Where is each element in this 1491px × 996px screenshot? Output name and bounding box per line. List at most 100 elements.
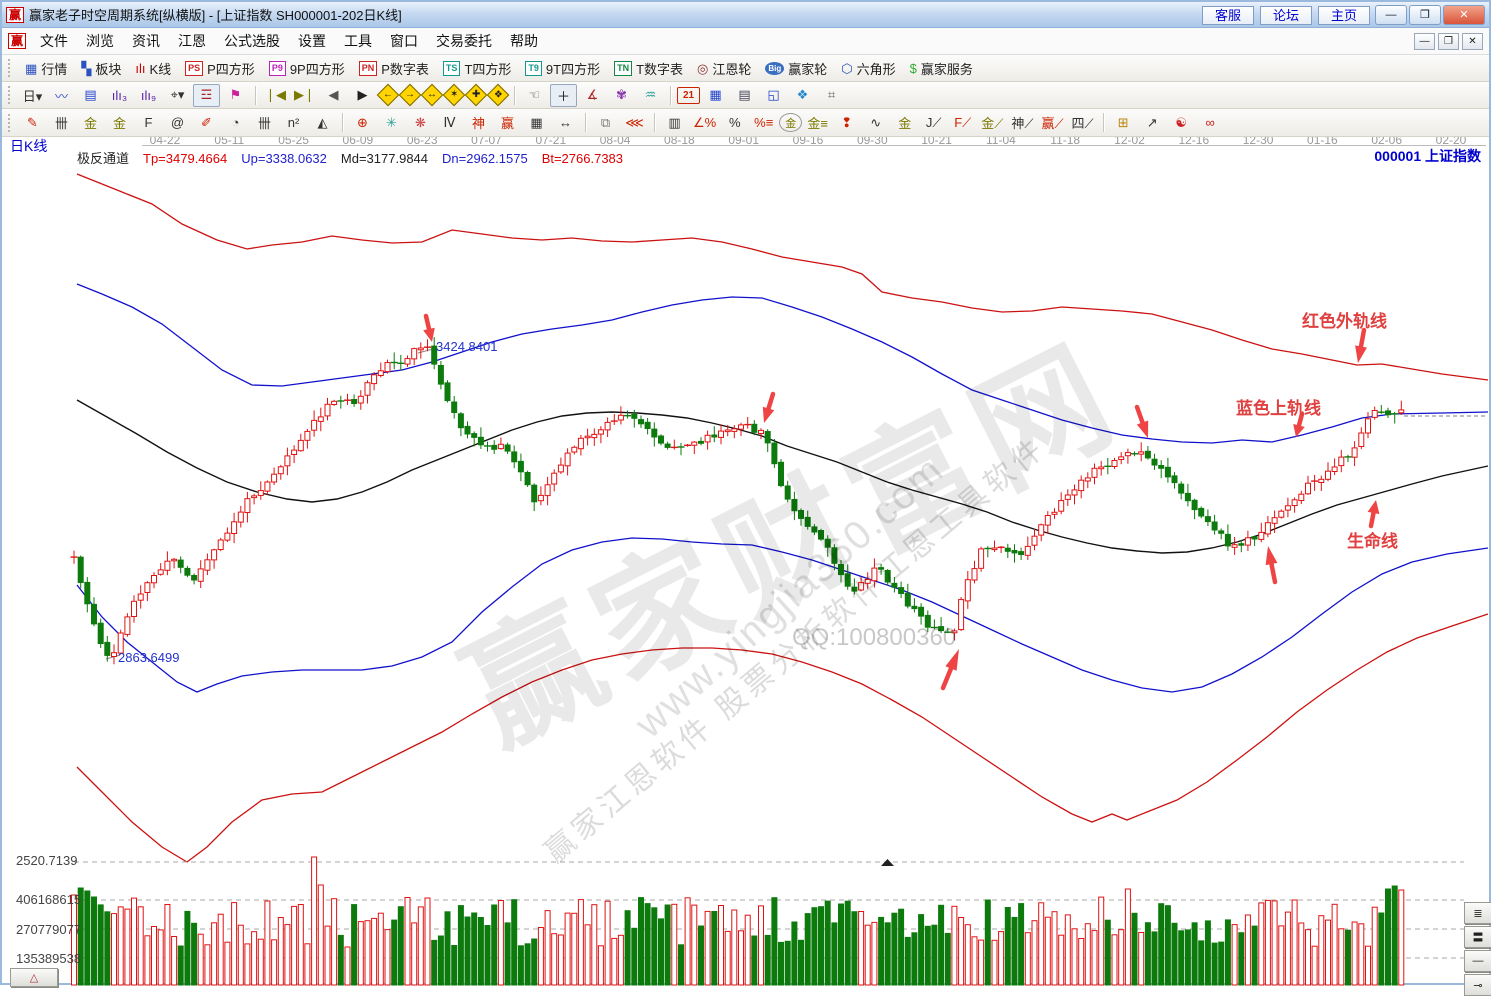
menu-文件[interactable]: 文件	[31, 29, 77, 53]
p-square-button[interactable]: PSP四方形	[178, 59, 262, 78]
step-prev-icon-button[interactable]: ◀	[320, 84, 347, 107]
gold-underline-icon-button[interactable]: 金	[891, 111, 918, 134]
go-last-icon-button[interactable]: ▶❘	[291, 84, 318, 107]
quotes-button[interactable]: ▦行情	[18, 59, 74, 78]
save-icon-button[interactable]: ◱	[760, 84, 787, 107]
volume-zoom-button-3[interactable]: ⊸	[1464, 974, 1491, 996]
mirror-fold-icon-button[interactable]: ◭	[309, 111, 336, 134]
pattern-red-icon-button[interactable]: ☲	[193, 84, 220, 107]
percent-lines-icon-button[interactable]: %≡	[750, 111, 777, 134]
n-squared-icon-button[interactable]: n²	[280, 111, 307, 134]
trend-chart-icon-button[interactable]: ↗	[1139, 111, 1166, 134]
menu-设置[interactable]: 设置	[289, 29, 335, 53]
info-list-icon-button[interactable]: ▤	[77, 84, 104, 107]
gold-circle-icon-button[interactable]: 金	[779, 113, 802, 132]
kline-button[interactable]: ılıK线	[128, 59, 178, 78]
volume-zoom-button-1[interactable]: 〓	[1464, 926, 1491, 948]
diamond-cross-icon-button[interactable]: ✚	[465, 84, 488, 107]
f-angle-icon-button[interactable]: F⟋	[949, 111, 976, 134]
snapshot-icon-button[interactable]: ⌗	[818, 84, 845, 107]
gold-lines-icon-button[interactable]: 金≡	[804, 111, 831, 134]
step-next-icon-button[interactable]: ▶	[349, 84, 376, 107]
t-number-table-button[interactable]: TNT数字表	[607, 59, 690, 78]
gold-gate-2-icon-button[interactable]: 金	[106, 111, 133, 134]
measure-bars-icon-button[interactable]: ▥	[661, 111, 688, 134]
web-share-icon-button[interactable]: ❖	[789, 84, 816, 107]
roman-iv-icon-button[interactable]: Ⅳ	[436, 111, 463, 134]
sectors-button[interactable]: ▚板块	[74, 59, 128, 78]
web-grid-icon-button[interactable]: ❋	[407, 111, 434, 134]
spiral-icon-button[interactable]: @	[164, 111, 191, 134]
four-angle-icon-button[interactable]: 四⟋	[1069, 111, 1097, 134]
marker-pin-icon-button[interactable]: ⌖▾	[164, 84, 191, 107]
menu-浏览[interactable]: 浏览	[77, 29, 123, 53]
maximize-button[interactable]: ❐	[1409, 5, 1441, 25]
target-red-icon-button[interactable]: ⊕	[349, 111, 376, 134]
notes-icon-button[interactable]: ▤	[731, 84, 758, 107]
percent-icon-button[interactable]: %	[721, 111, 748, 134]
forum-button[interactable]: 论坛	[1260, 6, 1312, 25]
service-button[interactable]: 客服	[1202, 6, 1254, 25]
infinity-icon-button[interactable]: ∞	[1197, 111, 1224, 134]
toolbar-grip[interactable]	[8, 114, 13, 132]
winner-service-button[interactable]: $赢家服务	[903, 59, 980, 78]
mdi-minimize-button[interactable]: —	[1414, 33, 1435, 50]
t-square-button[interactable]: TST四方形	[436, 59, 518, 78]
menu-公式选股[interactable]: 公式选股	[215, 29, 289, 53]
toolbar-grip[interactable]	[8, 86, 13, 104]
red-rays-icon-button[interactable]: ⋘	[621, 111, 648, 134]
box-frame-icon-button[interactable]: ⧉	[592, 111, 619, 134]
width-measure-icon-button[interactable]: ↔	[552, 111, 579, 134]
9t-square-button[interactable]: T99T四方形	[518, 59, 607, 78]
gann-wheel-button[interactable]: ◎江恩轮	[690, 59, 758, 78]
ying-tool-icon-button[interactable]: 赢	[494, 111, 521, 134]
minimize-button[interactable]: —	[1375, 5, 1407, 25]
hand-tool-icon-button[interactable]: ☜	[521, 84, 548, 107]
pen-red-icon-button[interactable]: ✎	[19, 111, 46, 134]
bars-3-icon-button[interactable]: ılı₃	[106, 84, 133, 107]
wave-overlay-icon-button[interactable]: 〰	[48, 84, 75, 107]
bars-9-icon-button[interactable]: ılı₉	[135, 84, 162, 107]
star-web-icon-button[interactable]: ✳	[378, 111, 405, 134]
diamond-grid-icon-button[interactable]: ❖	[487, 84, 510, 107]
angle-tool-icon-button[interactable]: ∡	[579, 84, 606, 107]
diamond-left-icon-button[interactable]: ←	[377, 84, 400, 107]
menu-资讯[interactable]: 资讯	[123, 29, 169, 53]
p-number-table-button[interactable]: PNP数字表	[352, 59, 436, 78]
volume-scale-toggle-button[interactable]: △	[10, 968, 58, 987]
circle-ruler-icon-button[interactable]: ◔	[222, 111, 249, 134]
gann-box-tool-icon-button[interactable]: ✾	[608, 84, 635, 107]
menu-交易委托[interactable]: 交易委托	[427, 29, 501, 53]
pen-red-2-icon-button[interactable]: ✐	[193, 111, 220, 134]
go-first-icon-button[interactable]: ❘◀	[262, 84, 289, 107]
ying-angle-icon-button[interactable]: 赢⟋	[1038, 111, 1066, 134]
histogram-flag-icon-button[interactable]: ⚑	[222, 84, 249, 107]
shen-angle-icon-button[interactable]: 神⟋	[1008, 111, 1036, 134]
toolbar-grip[interactable]	[8, 59, 13, 77]
menu-工具[interactable]: 工具	[335, 29, 381, 53]
shen-tool-icon-button[interactable]: 神	[465, 111, 492, 134]
menu-江恩[interactable]: 江恩	[169, 29, 215, 53]
yinyang-icon-button[interactable]: ☯	[1168, 111, 1195, 134]
brush-red-icon-button[interactable]: ❢	[833, 111, 860, 134]
tick-ruler-2-icon-button[interactable]: 卌	[251, 111, 278, 134]
diamond-right-icon-button[interactable]: →	[399, 84, 422, 107]
mdi-restore-button[interactable]: ❐	[1438, 33, 1459, 50]
tick-ruler-icon-button[interactable]: 卌	[48, 111, 75, 134]
region-tool-icon-button[interactable]: ♒	[637, 84, 664, 107]
home-button[interactable]: 主页	[1318, 6, 1370, 25]
9p-square-button[interactable]: P99P四方形	[262, 59, 352, 78]
menu-窗口[interactable]: 窗口	[381, 29, 427, 53]
f-ruler-icon-button[interactable]: F	[135, 111, 162, 134]
diamond-left-right-icon-button[interactable]: ↔	[421, 84, 444, 107]
volume-zoom-button-2[interactable]: —	[1464, 950, 1491, 972]
gold-gate-1-icon-button[interactable]: 金	[77, 111, 104, 134]
calculator-icon-button[interactable]: ▦	[702, 84, 729, 107]
grid-123-icon-button[interactable]: ▦	[523, 111, 550, 134]
wave-measure-icon-button[interactable]: ∿	[862, 111, 889, 134]
winner-wheel-button[interactable]: Big赢家轮	[758, 59, 834, 78]
indicator-name[interactable]: 极反通道	[77, 151, 129, 166]
hexagon-button[interactable]: ⬡六角形	[834, 59, 902, 78]
calendar-icon-button[interactable]: 21	[677, 87, 700, 104]
j-angle-icon-button[interactable]: J⟋	[920, 111, 947, 134]
